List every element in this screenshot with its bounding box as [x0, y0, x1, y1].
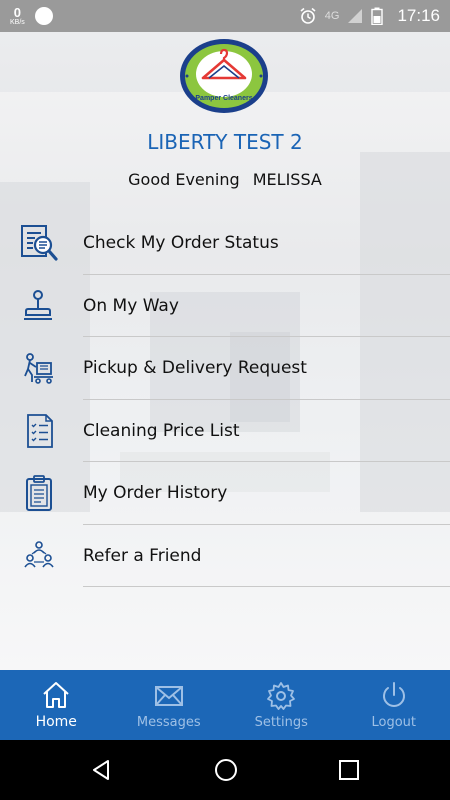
order-search-icon	[18, 222, 60, 264]
price-list-icon	[18, 410, 60, 452]
greeting: Good Evening MELISSA	[0, 170, 450, 189]
logo-text: Pamper Cleaners	[195, 95, 252, 102]
nav-messages-label: Messages	[136, 714, 201, 730]
mail-icon	[154, 685, 183, 706]
user-name: MELISSA	[252, 170, 322, 189]
menu-item-refer-friend[interactable]: Refer a Friend	[0, 525, 450, 587]
nav-settings[interactable]: Settings	[225, 670, 338, 740]
menu-item-on-my-way[interactable]: On My Way	[0, 275, 450, 337]
menu-item-label: My Order History	[83, 483, 228, 504]
delivery-cart-icon	[18, 347, 60, 389]
nav-logout-label: Logout	[371, 714, 416, 730]
clock: 17:16	[397, 6, 440, 25]
greeting-text: Good Evening	[128, 170, 240, 189]
main-menu: Check My Order Status On My Way Pickup &…	[0, 212, 450, 587]
menu-item-label: Check My Order Status	[83, 233, 279, 254]
home-icon	[43, 682, 69, 708]
menu-item-price-list[interactable]: Cleaning Price List	[0, 400, 450, 462]
signal-icon	[348, 9, 363, 23]
divider	[83, 586, 450, 587]
menu-item-order-history[interactable]: My Order History	[0, 462, 450, 525]
referral-icon	[18, 535, 60, 577]
menu-item-check-order-status[interactable]: Check My Order Status	[0, 212, 450, 275]
nav-home[interactable]: Home	[0, 670, 113, 740]
status-bar: 0 KB/s 4G 17:16	[0, 0, 450, 32]
bottom-navigation: Home Messages Settings Logout	[0, 670, 450, 740]
app-logo: Pamper Cleaners	[179, 38, 269, 114]
menu-item-pickup-delivery[interactable]: Pickup & Delivery Request	[0, 337, 450, 400]
system-navigation-bar	[0, 740, 450, 800]
battery-icon	[371, 7, 384, 25]
power-icon	[382, 681, 405, 707]
back-icon[interactable]	[90, 758, 114, 782]
nav-home-label: Home	[35, 714, 77, 730]
notification-dot-icon	[34, 7, 53, 25]
menu-item-label: On My Way	[83, 295, 179, 316]
stamp-icon	[18, 285, 60, 327]
menu-item-label: Pickup & Delivery Request	[83, 358, 307, 379]
network-speed: 0 KB/s	[10, 6, 25, 26]
clipboard-icon	[18, 472, 60, 514]
network-type: 4G	[324, 10, 340, 22]
nav-messages[interactable]: Messages	[113, 670, 226, 740]
app-title: LIBERTY TEST 2	[147, 130, 303, 154]
nav-settings-label: Settings	[254, 714, 308, 730]
home-circle-icon[interactable]	[213, 757, 239, 783]
menu-item-label: Cleaning Price List	[83, 420, 240, 441]
menu-item-label: Refer a Friend	[83, 545, 202, 566]
nav-logout[interactable]: Logout	[338, 670, 450, 740]
alarm-icon	[300, 7, 316, 24]
gear-icon	[267, 681, 296, 710]
network-speed-unit: KB/s	[10, 19, 25, 26]
network-speed-value: 0	[13, 5, 22, 20]
recents-icon[interactable]	[338, 759, 360, 781]
